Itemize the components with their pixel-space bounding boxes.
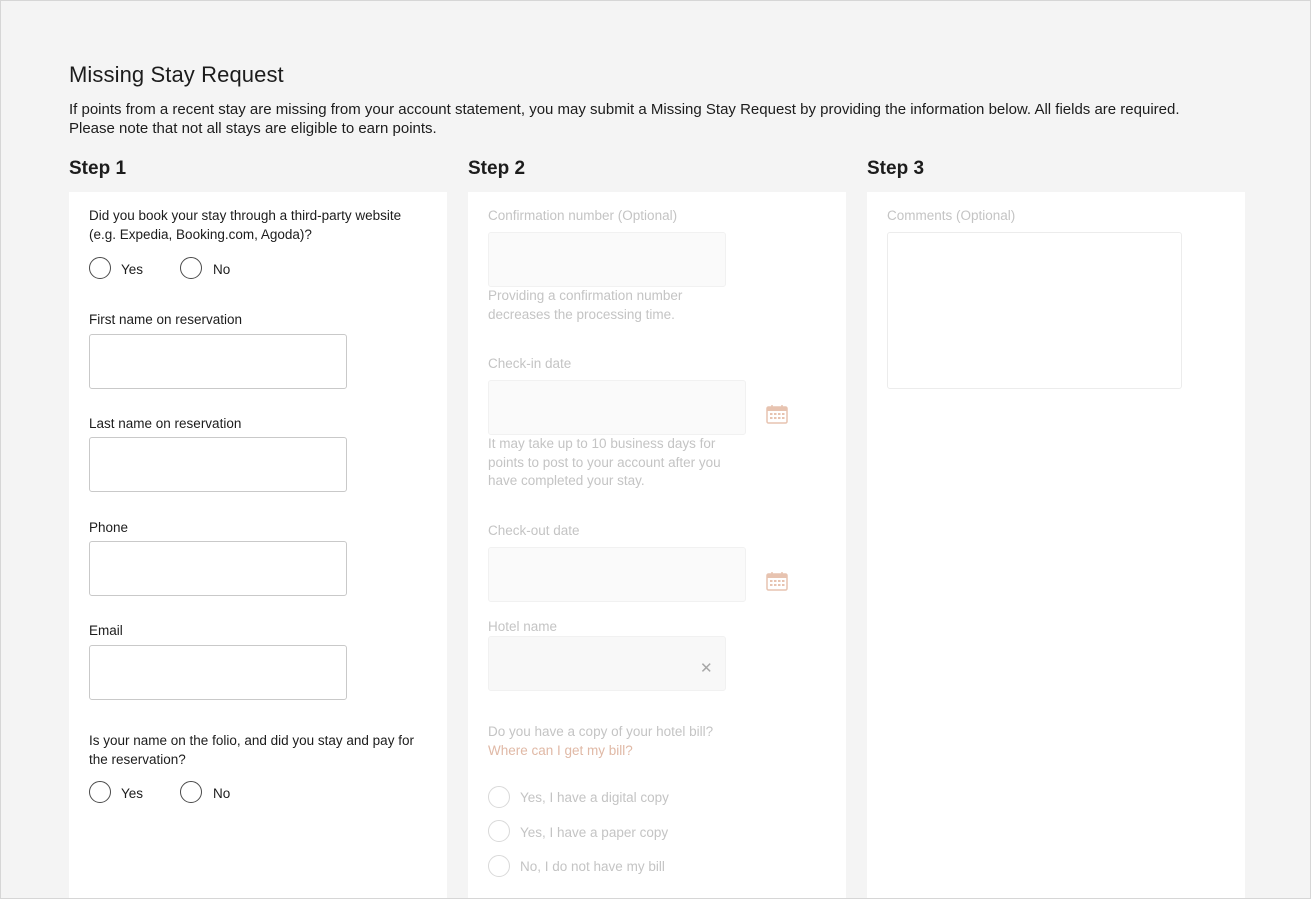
last-name-field[interactable] [89, 437, 347, 492]
comments-textarea[interactable] [887, 232, 1182, 389]
confirmation-number-field[interactable] [488, 232, 726, 287]
hotel-name-label: Hotel name [488, 619, 558, 634]
check-in-field[interactable] [488, 380, 746, 435]
step-1-title: Step 1 [69, 158, 127, 179]
check-in-help-line-3: have completed your stay. [488, 473, 645, 488]
folio-question: Is your name on the folio, and did you s… [89, 732, 414, 769]
intro-line-1: If points from a recent stay are missing… [69, 101, 1180, 118]
comments-label: Comments (Optional) [887, 208, 1016, 223]
third-party-yes-label[interactable]: Yes [121, 262, 143, 277]
first-name-field[interactable] [89, 334, 347, 389]
hotel-bill-question: Do you have a copy of your hotel bill? [488, 724, 714, 739]
folio-question-line-1: Is your name on the folio, and did you s… [89, 733, 414, 748]
phone-label: Phone [89, 520, 129, 535]
check-in-label: Check-in date [488, 356, 572, 371]
check-in-help-text: It may take up to 10 business days for p… [488, 435, 721, 491]
where-get-bill-link[interactable]: Where can I get my bill? [488, 742, 633, 761]
third-party-no-label[interactable]: No [213, 262, 230, 277]
bill-paper-radio[interactable] [488, 820, 510, 842]
check-in-help-line-1: It may take up to 10 business days for [488, 436, 716, 451]
page-title: Missing Stay Request [69, 62, 284, 87]
bill-paper-label[interactable]: Yes, I have a paper copy [520, 825, 668, 840]
bill-digital-radio[interactable] [488, 786, 510, 808]
folio-question-line-2: the reservation? [89, 751, 186, 767]
confirmation-help-text: Providing a confirmation number decrease… [488, 287, 682, 324]
step-2-title: Step 2 [468, 158, 526, 179]
step-2-panel: Confirmation number (Optional) Providing… [468, 192, 846, 898]
folio-no-radio[interactable] [180, 781, 202, 803]
third-party-question: Did you book your stay through a third-p… [89, 207, 401, 244]
folio-yes-radio[interactable] [89, 781, 111, 803]
email-field[interactable] [89, 645, 347, 700]
confirmation-help-line-1: Providing a confirmation number [488, 288, 683, 303]
third-party-no-radio[interactable] [180, 257, 202, 279]
check-out-label: Check-out date [488, 523, 580, 538]
bill-digital-label[interactable]: Yes, I have a digital copy [520, 790, 669, 805]
email-label: Email [89, 623, 123, 638]
step-3-panel: Comments (Optional) [867, 192, 1245, 898]
last-name-label: Last name on reservation [89, 416, 242, 431]
third-party-question-line-2: (e.g. Expedia, Booking.com, Agoda)? [89, 226, 312, 242]
check-in-help-line-2: points to post to your account after you [488, 454, 721, 470]
confirmation-number-label: Confirmation number (Optional) [488, 208, 678, 223]
intro-text: If points from a recent stay are missing… [69, 100, 1269, 138]
hotel-name-field[interactable] [488, 636, 726, 691]
close-icon[interactable]: ✕ [700, 661, 713, 676]
bill-none-radio[interactable] [488, 855, 510, 877]
folio-yes-label[interactable]: Yes [121, 786, 143, 801]
calendar-icon[interactable] [766, 404, 788, 424]
check-out-field[interactable] [488, 547, 746, 602]
step-1-panel: Did you book your stay through a third-p… [69, 192, 447, 898]
intro-line-2: Please note that not all stays are eligi… [69, 120, 437, 137]
folio-no-label[interactable]: No [213, 786, 230, 801]
calendar-icon[interactable] [766, 571, 788, 591]
third-party-yes-radio[interactable] [89, 257, 111, 279]
confirmation-help-line-2: decreases the processing time. [488, 306, 675, 322]
first-name-label: First name on reservation [89, 312, 243, 327]
missing-stay-form-page: Missing Stay Request If points from a re… [0, 0, 1311, 899]
phone-field[interactable] [89, 541, 347, 596]
bill-none-label[interactable]: No, I do not have my bill [520, 859, 665, 874]
step-3-title: Step 3 [867, 158, 925, 179]
third-party-question-line-1: Did you book your stay through a third-p… [89, 208, 402, 223]
